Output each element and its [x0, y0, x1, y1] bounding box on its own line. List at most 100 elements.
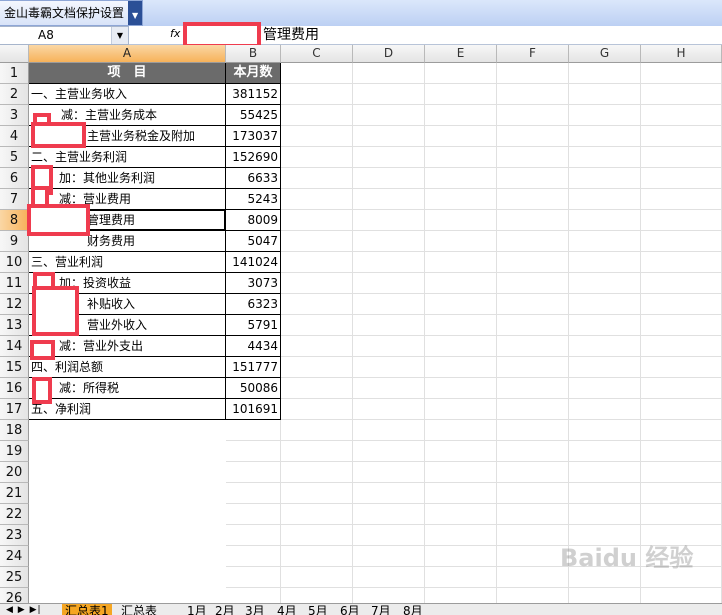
grid-cell[interactable]	[226, 420, 281, 441]
grid-cell[interactable]	[281, 168, 353, 189]
grid-cell[interactable]	[569, 273, 641, 294]
grid-cell[interactable]	[281, 294, 353, 315]
sheet-tab[interactable]: 2月	[212, 604, 238, 615]
row-header-3[interactable]: 3	[0, 105, 29, 126]
grid-cell[interactable]	[569, 105, 641, 126]
grid-cell[interactable]	[281, 462, 353, 483]
grid-cell[interactable]	[281, 378, 353, 399]
row-header-7[interactable]: 7	[0, 189, 29, 210]
value-cell[interactable]: 141024	[226, 252, 281, 273]
grid-cell[interactable]	[569, 126, 641, 147]
grid-cell[interactable]	[425, 63, 497, 84]
grid-cell[interactable]	[641, 84, 722, 105]
grid-cell[interactable]	[497, 252, 569, 273]
grid-cell[interactable]	[569, 252, 641, 273]
chevron-down-icon[interactable]: ▼	[128, 1, 143, 25]
grid-cell[interactable]	[353, 504, 425, 525]
grid-cell[interactable]	[226, 504, 281, 525]
row-header-15[interactable]: 15	[0, 357, 29, 378]
grid-cell[interactable]	[641, 315, 722, 336]
row-header-4[interactable]: 4	[0, 126, 29, 147]
row-header-5[interactable]: 5	[0, 147, 29, 168]
grid-cell[interactable]	[281, 441, 353, 462]
grid-cell[interactable]	[425, 567, 497, 588]
item-cell[interactable]: 三、营业利润	[29, 252, 226, 273]
grid-cell[interactable]	[641, 462, 722, 483]
grid-cell[interactable]	[353, 378, 425, 399]
grid-cell[interactable]	[425, 84, 497, 105]
grid-cell[interactable]	[641, 399, 722, 420]
value-cell[interactable]: 5791	[226, 315, 281, 336]
grid-cell[interactable]	[425, 525, 497, 546]
grid-cell[interactable]	[641, 420, 722, 441]
row-header-16[interactable]: 16	[0, 378, 29, 399]
grid-cell[interactable]	[281, 189, 353, 210]
grid-cell[interactable]	[497, 168, 569, 189]
grid-cell[interactable]	[641, 147, 722, 168]
row-header-13[interactable]: 13	[0, 315, 29, 336]
grid-cell[interactable]	[281, 252, 353, 273]
value-cell[interactable]: 5243	[226, 189, 281, 210]
grid-cell[interactable]	[425, 336, 497, 357]
column-header-c[interactable]: C	[281, 45, 353, 63]
grid-cell[interactable]	[226, 546, 281, 567]
item-cell[interactable]: 四、利润总额	[29, 357, 226, 378]
item-cell[interactable]: 加：其他业务利润	[29, 168, 226, 189]
grid-cell[interactable]	[569, 378, 641, 399]
grid-cell[interactable]	[569, 210, 641, 231]
value-cell[interactable]: 101691	[226, 399, 281, 420]
grid-cell[interactable]	[281, 63, 353, 84]
grid-cell[interactable]	[353, 357, 425, 378]
grid-cell[interactable]	[425, 462, 497, 483]
document-protection-button[interactable]: 金山毒霸文档保护设置 ▼	[0, 0, 144, 26]
row-header-22[interactable]: 22	[0, 504, 29, 525]
grid-cell[interactable]	[425, 105, 497, 126]
grid-cell[interactable]	[425, 504, 497, 525]
row-header-18[interactable]: 18	[0, 420, 29, 441]
grid-cell[interactable]	[353, 147, 425, 168]
row-header-8[interactable]: 8	[0, 210, 29, 231]
grid-cell[interactable]	[281, 567, 353, 588]
grid-cell[interactable]	[497, 420, 569, 441]
grid-cell[interactable]	[281, 147, 353, 168]
column-header-b[interactable]: B	[226, 45, 281, 63]
grid-cell[interactable]	[281, 273, 353, 294]
grid-cell[interactable]	[353, 189, 425, 210]
grid-cell[interactable]	[425, 231, 497, 252]
value-cell[interactable]: 151777	[226, 357, 281, 378]
grid-cell[interactable]	[497, 294, 569, 315]
row-header-20[interactable]: 20	[0, 462, 29, 483]
grid-cell[interactable]	[497, 105, 569, 126]
item-cell[interactable]: 减：所得税	[29, 378, 226, 399]
grid-cell[interactable]	[641, 357, 722, 378]
grid-cell[interactable]	[641, 231, 722, 252]
column-header-h[interactable]: H	[641, 45, 722, 63]
grid-cell[interactable]	[425, 189, 497, 210]
sheet-tab[interactable]: 4月	[274, 604, 300, 615]
grid-cell[interactable]	[281, 84, 353, 105]
grid-cell[interactable]	[497, 357, 569, 378]
grid-cell[interactable]	[569, 336, 641, 357]
grid-cell[interactable]	[281, 315, 353, 336]
grid-cell[interactable]	[353, 315, 425, 336]
grid-cell[interactable]	[425, 273, 497, 294]
item-cell[interactable]: 减：营业外支出	[29, 336, 226, 357]
row-header-17[interactable]: 17	[0, 399, 29, 420]
grid-cell[interactable]	[569, 294, 641, 315]
grid-cell[interactable]	[497, 273, 569, 294]
grid-cell[interactable]	[569, 84, 641, 105]
grid-cell[interactable]	[425, 378, 497, 399]
grid-cell[interactable]	[353, 441, 425, 462]
grid-cell[interactable]	[497, 399, 569, 420]
grid-cell[interactable]	[569, 462, 641, 483]
header-month-cell[interactable]: 本月数	[226, 63, 281, 84]
grid-cell[interactable]	[353, 294, 425, 315]
column-header-g[interactable]: G	[569, 45, 641, 63]
grid-cell[interactable]	[281, 399, 353, 420]
row-header-25[interactable]: 25	[0, 567, 29, 588]
sheet-tab[interactable]: 8月	[400, 604, 426, 615]
function-icon[interactable]: fx	[170, 27, 180, 40]
grid-cell[interactable]	[569, 504, 641, 525]
grid-cell[interactable]	[497, 378, 569, 399]
column-header-d[interactable]: D	[353, 45, 425, 63]
